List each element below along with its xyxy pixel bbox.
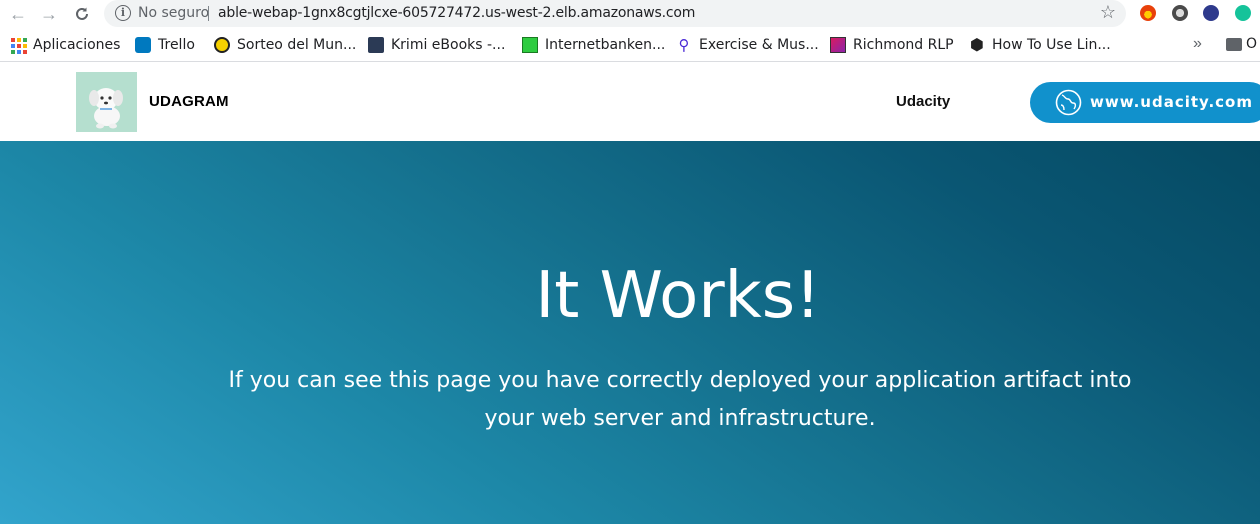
bookmarks-bar: Aplicaciones Trello Sorteo del Mun... Kr…	[0, 28, 1260, 62]
sorteo-icon	[214, 37, 230, 53]
address-bar[interactable]: i No seguro able-webap-1gnx8cgtjlcxe-605…	[104, 0, 1126, 27]
folder-icon[interactable]	[1226, 38, 1242, 51]
globe-icon	[1055, 89, 1082, 116]
bookmark-star-icon[interactable]: ☆	[1100, 2, 1116, 23]
bookmark-exercise[interactable]: ⚲ Exercise & Mus...	[676, 36, 819, 54]
extension-fire-icon[interactable]	[1140, 5, 1156, 21]
extension-grammarly-icon[interactable]	[1235, 5, 1251, 21]
trello-icon	[135, 37, 151, 53]
bookmark-label: How To Use Lin...	[992, 37, 1111, 53]
runner-icon: ⚲	[678, 36, 690, 54]
browser-toolbar: ← → i No seguro able-webap-1gnx8cgtjlcxe…	[0, 0, 1260, 28]
bookmark-internetbanken[interactable]: Internetbanken...	[522, 36, 665, 54]
bookmark-label: Internetbanken...	[545, 37, 666, 53]
krimi-icon	[368, 37, 384, 53]
bookmark-label: Richmond RLP	[853, 37, 954, 53]
bookmark-label: Sorteo del Mun...	[237, 37, 357, 53]
omnibox-divider	[208, 6, 209, 21]
info-icon[interactable]: i	[115, 5, 131, 21]
hero-section: It Works! If you can see this page you h…	[0, 141, 1260, 524]
bookmark-label: Krimi eBooks -...	[391, 37, 506, 53]
bank-icon	[522, 37, 538, 53]
dog-logo[interactable]	[76, 72, 137, 132]
cta-label: www.udacity.com	[1090, 93, 1253, 111]
extension-record-icon[interactable]	[1172, 5, 1188, 21]
hexagon-icon: ⬢	[970, 35, 984, 54]
bookmark-sorteo[interactable]: Sorteo del Mun...	[214, 36, 356, 54]
bookmark-label: Aplicaciones	[33, 37, 121, 53]
more-bookmarks-button[interactable]: »	[1193, 35, 1202, 53]
back-arrow-icon[interactable]: ←	[7, 3, 29, 25]
bookmark-trello[interactable]: Trello	[135, 36, 195, 54]
bookmark-howto[interactable]: ⬢ How To Use Lin...	[969, 36, 1111, 54]
site-header: UDAGRAM Udacity www.udacity.com	[0, 63, 1260, 141]
richmond-icon	[830, 37, 846, 53]
hero-line-2: your web server and infrastructure.	[484, 406, 876, 431]
hero-title: It Works!	[535, 259, 821, 333]
reload-icon[interactable]	[71, 3, 93, 25]
nav-link-udacity[interactable]: Udacity	[896, 93, 950, 110]
bookmark-label: Exercise & Mus...	[699, 37, 819, 53]
udacity-website-button[interactable]: www.udacity.com	[1030, 82, 1260, 123]
url-text[interactable]: able-webap-1gnx8cgtjlcxe-605727472.us-we…	[218, 5, 695, 21]
bookmark-richmond[interactable]: Richmond RLP	[830, 36, 954, 54]
brand-name[interactable]: UDAGRAM	[149, 93, 229, 110]
forward-arrow-icon[interactable]: →	[38, 3, 60, 25]
hero-line-1: If you can see this page you have correc…	[228, 368, 1132, 393]
extension-fedora-icon[interactable]	[1203, 5, 1219, 21]
security-label[interactable]: No seguro	[138, 5, 209, 21]
hero-description: If you can see this page you have correc…	[220, 362, 1140, 438]
bookmark-aplicaciones[interactable]: Aplicaciones	[10, 36, 120, 54]
apps-grid-icon	[10, 37, 27, 54]
bookmark-krimi[interactable]: Krimi eBooks -...	[368, 36, 505, 54]
other-bookmarks-label[interactable]: O	[1246, 36, 1257, 52]
bookmark-label: Trello	[158, 37, 195, 53]
